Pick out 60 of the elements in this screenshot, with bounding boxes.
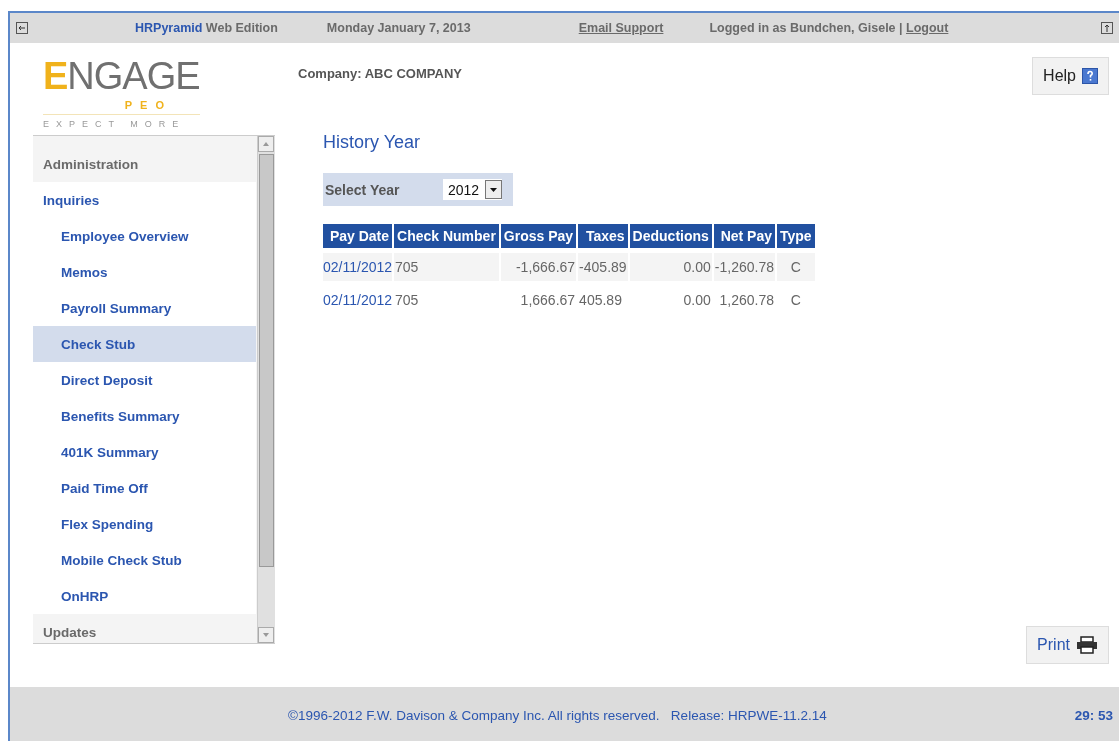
column-header: Pay Date — [323, 224, 393, 248]
table-cell: 1,666.67 — [500, 281, 577, 314]
table-cell: C — [777, 248, 815, 281]
scrollbar[interactable] — [257, 136, 275, 643]
logo-wordmark: ENGAGE — [43, 55, 200, 99]
logo-subtitle: PEO — [124, 98, 172, 111]
table-cell: 405.89 — [578, 281, 628, 314]
table-cell: 1,260.78 — [713, 281, 775, 314]
table-cell: 705 — [394, 281, 499, 314]
column-header: Taxes — [578, 224, 628, 248]
printer-icon — [1076, 636, 1098, 654]
table-cell: 705 — [394, 248, 499, 281]
column-header: Type — [777, 224, 815, 248]
print-button[interactable]: Print — [1026, 626, 1109, 664]
collapse-up-icon[interactable] — [1101, 22, 1113, 34]
date-text: Monday January 7, 2013 — [326, 21, 471, 35]
sidebar-item[interactable]: Check Stub — [33, 326, 256, 362]
pay-date-link[interactable]: 02/11/2012 — [323, 248, 393, 281]
sidebar-group[interactable]: Administration — [33, 146, 257, 182]
edition-label: Web Edition — [204, 21, 278, 35]
login-status: Logged in as Bundchen, Gisele | — [709, 21, 904, 35]
sidebar-item[interactable]: 401K Summary — [33, 434, 256, 470]
logo-tagline: EXPECT MORE — [43, 113, 200, 129]
sidebar-item[interactable]: OnHRP — [33, 578, 256, 614]
help-icon — [1082, 68, 1098, 84]
sidebar-item[interactable]: Benefits Summary — [33, 398, 256, 434]
column-header: Deductions — [629, 224, 712, 248]
email-support-link[interactable]: Email Support — [578, 21, 664, 35]
column-header: Check Number — [394, 224, 499, 248]
pay-date-link[interactable]: 02/11/2012 — [323, 281, 393, 314]
logout-link[interactable]: Logout — [906, 21, 949, 35]
column-header: Net Pay — [713, 224, 775, 248]
dropdown-caret-icon — [485, 180, 503, 199]
company-label: Company: ABC COMPANY — [298, 66, 462, 81]
scroll-down-icon[interactable] — [258, 627, 274, 643]
sidebar-group[interactable]: Inquiries — [33, 182, 256, 218]
select-year-label: Select Year — [325, 181, 401, 198]
scroll-up-icon[interactable] — [258, 136, 274, 152]
sidebar-item[interactable]: Memos — [33, 254, 256, 290]
sidebar-item[interactable]: Paid Time Off — [33, 470, 256, 506]
help-button[interactable]: Help — [1032, 57, 1109, 95]
collapse-left-icon[interactable] — [16, 22, 28, 34]
table-cell: -1,260.78 — [713, 248, 775, 281]
table-cell: 0.00 — [629, 248, 712, 281]
copyright-text: ©1996-2012 F.W. Davison & Company Inc. All rights reserved. Release: HRPWE-11.2.14 — [287, 707, 828, 723]
table-cell: -405.89 — [578, 248, 628, 281]
year-dropdown[interactable]: 2012 — [443, 179, 503, 200]
table-cell: -1,666.67 — [500, 248, 577, 281]
sidebar-item[interactable]: Flex Spending — [33, 506, 256, 542]
sidebar-group[interactable]: Updates — [33, 614, 257, 643]
table-cell: C — [777, 281, 815, 314]
table-cell: 0.00 — [629, 281, 712, 314]
sidebar-item[interactable]: Employee Overview — [33, 218, 256, 254]
column-header: Gross Pay — [500, 224, 577, 248]
section-title: History Year — [323, 132, 422, 153]
session-timer: 29: 53 — [1074, 707, 1113, 723]
app-name: HRPyramid — [135, 21, 203, 35]
sidebar-item[interactable]: Mobile Check Stub — [33, 542, 256, 578]
sidebar-item[interactable]: Direct Deposit — [33, 362, 256, 398]
sidebar-item[interactable]: Payroll Summary — [33, 290, 256, 326]
